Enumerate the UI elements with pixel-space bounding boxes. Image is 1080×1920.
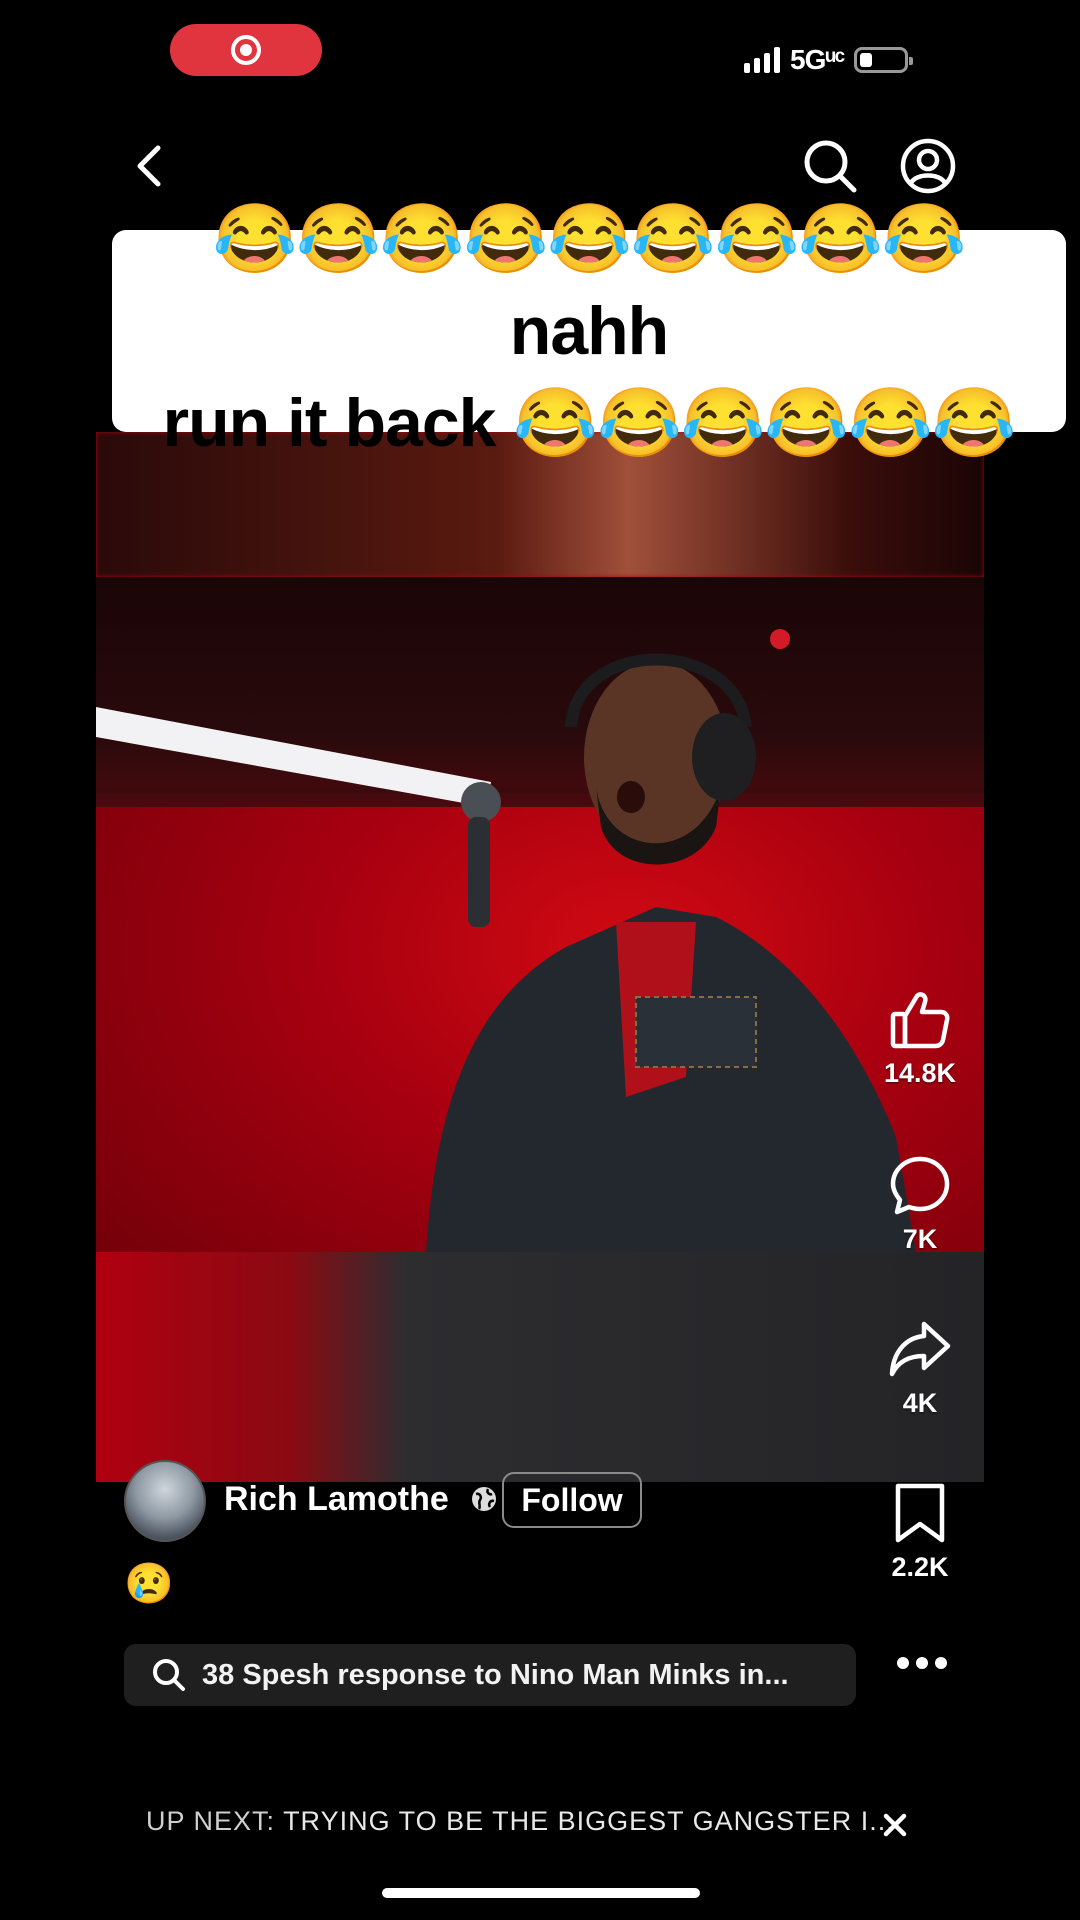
share-icon [889, 1321, 951, 1377]
like-count: 14.8K [883, 1058, 957, 1088]
comment-button[interactable]: 7K [876, 1154, 964, 1255]
related-search-chip[interactable]: 38 Spesh response to Nino Man Minks in..… [124, 1644, 856, 1706]
up-next-banner[interactable]: UP NEXT: TRYING TO BE THE BIGGEST GANGST… [146, 1806, 895, 1837]
comment-count: 7K [902, 1224, 938, 1254]
author-avatar[interactable] [124, 1460, 206, 1542]
caption-line-1: 😂😂😂😂😂😂😂😂😂 nahh [212, 201, 966, 369]
video-frame [96, 577, 984, 1252]
more-options-button[interactable] [892, 1648, 952, 1678]
bookmark-icon [895, 1483, 945, 1543]
share-count: 4K [902, 1388, 938, 1418]
up-next-title: TRYING TO BE THE BIGGEST GANGSTER I... [283, 1806, 895, 1836]
caption-line-2: run it back 😂😂😂😂😂😂 [162, 385, 1017, 461]
video-description: 😢 [124, 1562, 174, 1606]
search-icon [153, 1659, 185, 1691]
search-button[interactable] [800, 136, 860, 196]
back-button[interactable] [120, 136, 180, 196]
like-button[interactable]: 14.8K [876, 988, 964, 1089]
share-button[interactable]: 4K [876, 1318, 964, 1419]
signal-icon [744, 47, 780, 73]
more-icon [897, 1657, 947, 1669]
save-count: 2.2K [891, 1552, 949, 1582]
close-icon [883, 1813, 907, 1837]
up-next-label: UP NEXT: [146, 1806, 276, 1836]
search-icon [804, 140, 857, 193]
related-search-text: 38 Spesh response to Nino Man Minks in..… [202, 1658, 789, 1691]
profile-button[interactable] [898, 136, 958, 196]
record-icon [231, 35, 261, 65]
video-caption: 😂😂😂😂😂😂😂😂😂 nahh run it back 😂😂😂😂😂😂 [112, 201, 1066, 461]
globe-icon [472, 1487, 497, 1511]
close-up-next-button[interactable] [880, 1810, 910, 1840]
author-name-row[interactable]: Rich Lamothe [224, 1480, 498, 1519]
comment-icon [890, 1156, 950, 1215]
chevron-left-icon [137, 145, 161, 187]
video-player[interactable] [96, 432, 984, 1482]
video-blur-bottom [96, 1252, 984, 1482]
author-name[interactable]: Rich Lamothe [224, 1480, 449, 1518]
account-icon [900, 138, 956, 194]
save-button[interactable]: 2.2K [876, 1482, 964, 1583]
home-indicator[interactable] [382, 1888, 700, 1898]
video-scene [96, 629, 984, 1252]
status-bar-right: 5Gᵘᶜ [744, 40, 914, 80]
network-label: 5Gᵘᶜ [790, 44, 845, 75]
screen-record-indicator[interactable] [170, 24, 322, 76]
battery-icon [854, 47, 914, 73]
follow-button[interactable]: Follow [502, 1472, 642, 1528]
thumbs-up-icon [890, 992, 950, 1049]
